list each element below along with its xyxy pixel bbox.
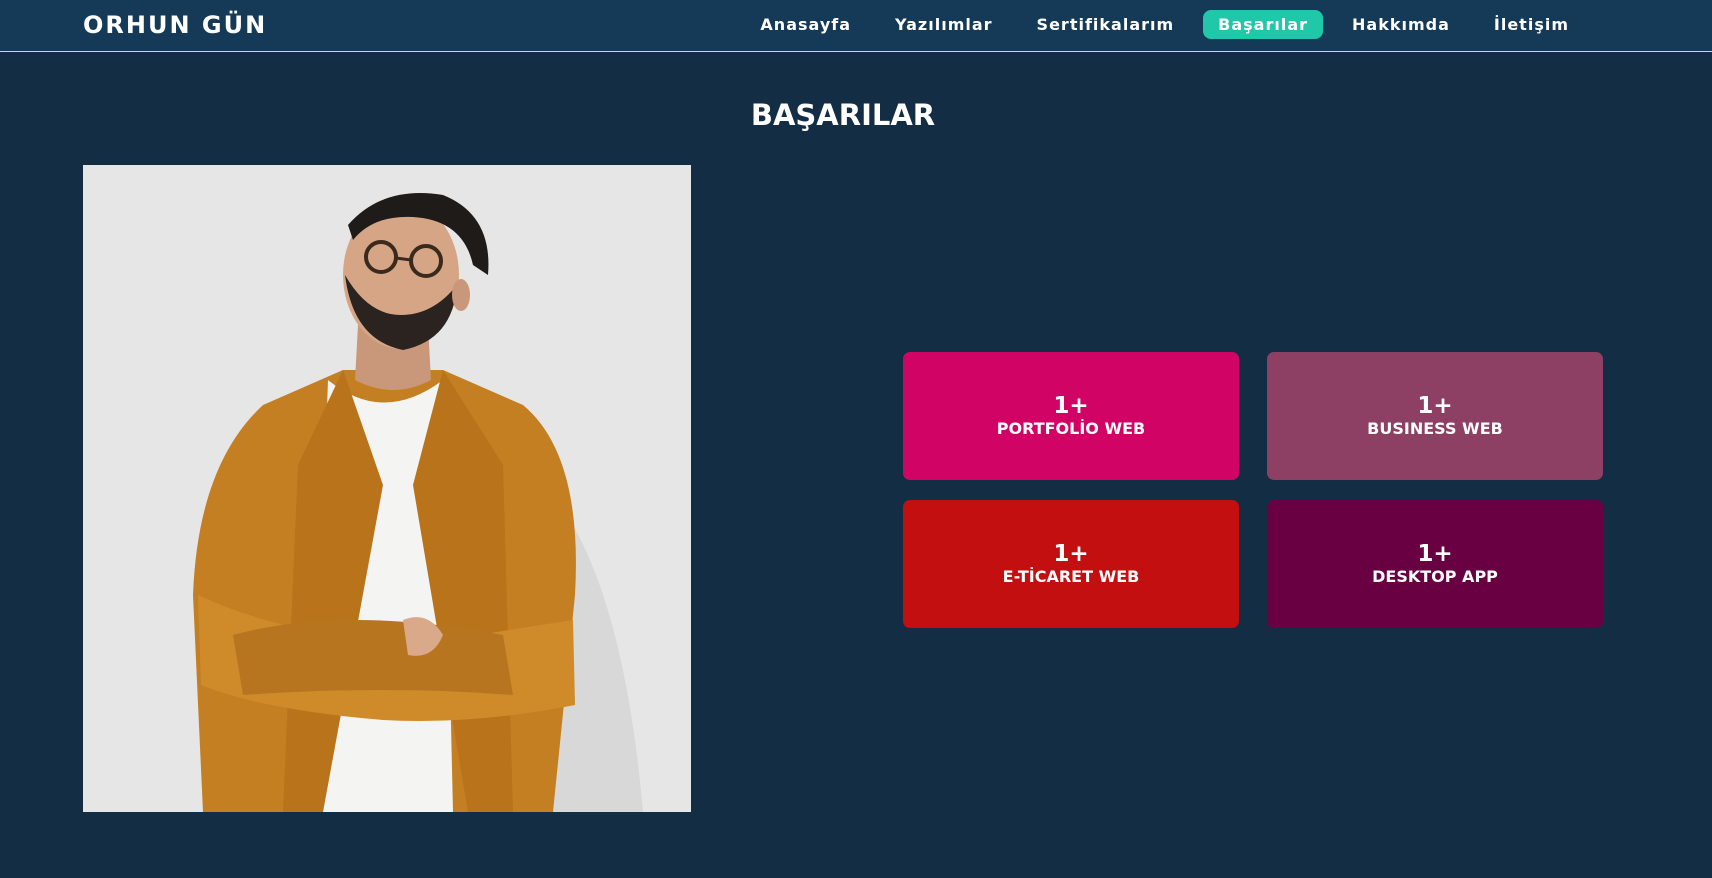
stat-count: 1+: [1053, 392, 1089, 419]
stat-label: BUSINESS WEB: [1367, 419, 1503, 439]
stat-label: E-TİCARET WEB: [1002, 567, 1140, 587]
navbar: ORHUN GÜN Anasayfa Yazılımlar Sertifikal…: [0, 0, 1712, 52]
nav-link-iletisim[interactable]: İletişim: [1479, 10, 1584, 39]
brand-logo[interactable]: ORHUN GÜN: [83, 11, 267, 39]
nav-link-anasayfa[interactable]: Anasayfa: [745, 10, 866, 39]
nav-link-sertifikalarim[interactable]: Sertifikalarım: [1022, 10, 1190, 39]
nav-link-yazilimlar[interactable]: Yazılımlar: [880, 10, 1008, 39]
profile-photo: [83, 165, 691, 812]
stat-card-desktop-app: 1+ DESKTOP APP: [1267, 500, 1603, 628]
stat-label: PORTFOLİO WEB: [996, 419, 1146, 439]
stat-count: 1+: [1417, 540, 1453, 567]
stat-label: DESKTOP APP: [1372, 567, 1498, 587]
stat-count: 1+: [1417, 392, 1453, 419]
nav-link-basarilar[interactable]: Başarılar: [1203, 10, 1324, 39]
stat-count: 1+: [1053, 540, 1089, 567]
person-illustration: [83, 165, 691, 812]
stat-card-e-ticaret-web: 1+ E-TİCARET WEB: [903, 500, 1239, 628]
stat-card-business-web: 1+ BUSINESS WEB: [1267, 352, 1603, 480]
nav-link-hakkimda[interactable]: Hakkımda: [1337, 10, 1465, 39]
section-title: BAŞARILAR: [750, 98, 936, 132]
nav-links: Anasayfa Yazılımlar Sertifikalarım Başar…: [731, 10, 1584, 39]
stat-card-portfolio-web: 1+ PORTFOLİO WEB: [903, 352, 1239, 480]
